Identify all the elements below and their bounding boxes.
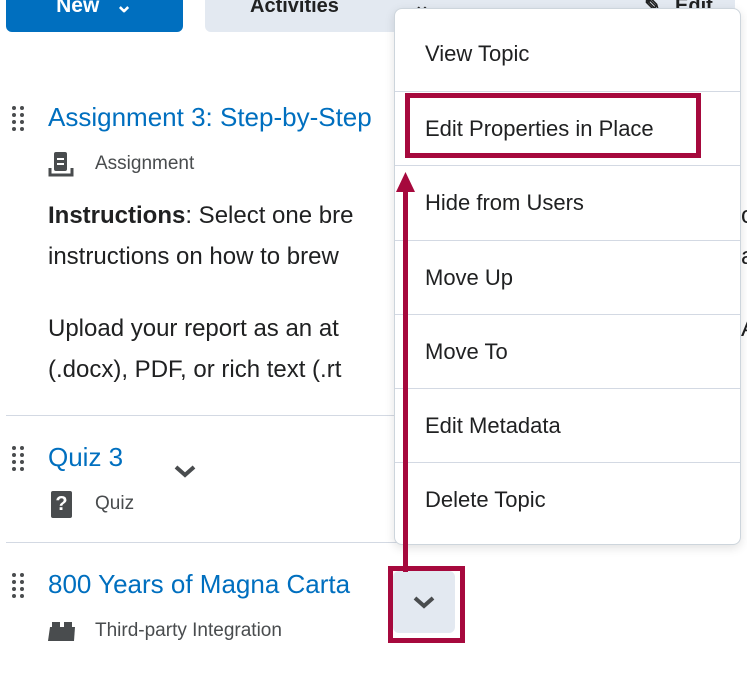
chevron-down-icon[interactable] [172, 462, 198, 482]
new-label: New [56, 0, 100, 17]
chevron-down-icon: ⌄ [115, 0, 133, 17]
description-line: : Select one bre [185, 202, 354, 229]
highlight-box [405, 93, 701, 158]
item-type: Assignment [95, 153, 195, 174]
context-menu: View Topic Edit Properties in Place Hide… [394, 8, 741, 545]
description-line: instructions on how to brew [48, 243, 339, 270]
divider [6, 542, 406, 543]
menu-item-view-topic[interactable]: View Topic [395, 17, 740, 91]
menu-item-delete-topic[interactable]: Delete Topic [395, 462, 740, 536]
item-type: Third-party Integration [95, 620, 282, 641]
item-title-link[interactable]: Quiz 3 [48, 442, 123, 473]
drag-handle-icon[interactable] [12, 106, 26, 131]
item-title-link[interactable]: 800 Years of Magna Carta [48, 569, 350, 600]
description-line: Upload your report as an at [48, 315, 339, 342]
instructions-label: Instructions [48, 202, 186, 229]
assignment-icon [48, 150, 74, 178]
drag-handle-icon[interactable] [12, 573, 26, 598]
menu-item-hide-from-users[interactable]: Hide from Users [395, 165, 740, 239]
item-title-link[interactable]: Assignment 3: Step-by-Step [48, 102, 372, 133]
lego-brick-icon [48, 620, 76, 642]
new-button[interactable]: New ⌄ [6, 0, 183, 32]
item-description: Instructions: Select one bre instruction… [48, 195, 353, 390]
description-line: (.docx), PDF, or rich text (.rt [48, 356, 342, 383]
menu-item-move-to[interactable]: Move To [395, 314, 740, 388]
item-type: Quiz [95, 493, 135, 514]
divider [6, 415, 406, 416]
menu-item-move-up[interactable]: Move Up [395, 240, 740, 314]
add-existing-label: Add Existing Activities [250, 0, 339, 17]
menu-item-edit-metadata[interactable]: Edit Metadata [395, 388, 740, 462]
arrow-up-icon [396, 172, 415, 572]
highlight-box [388, 566, 465, 643]
drag-handle-icon[interactable] [12, 446, 26, 471]
description-overflow: oaA [741, 195, 747, 349]
quiz-icon: ? [51, 491, 72, 518]
